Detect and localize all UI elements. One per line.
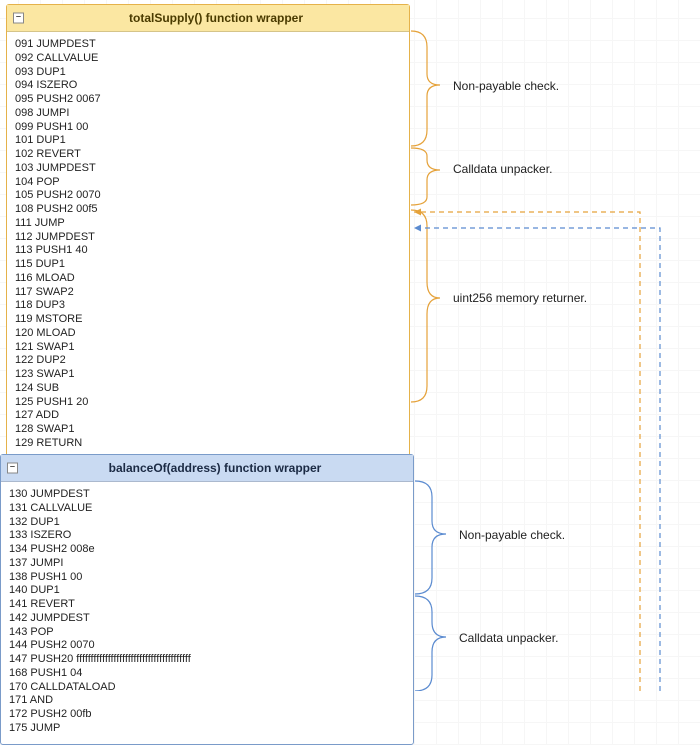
- instruction-row: 123 SWAP1: [15, 368, 401, 382]
- instruction-row: 116 MLOAD: [15, 272, 401, 286]
- instruction-row: 099 PUSH1 00: [15, 121, 401, 135]
- panel-title: totalSupply() function wrapper: [129, 11, 303, 25]
- instruction-row: 137 JUMPI: [9, 557, 405, 571]
- instruction-row: 122 DUP2: [15, 354, 401, 368]
- instruction-row: 170 CALLDATALOAD: [9, 681, 405, 695]
- instruction-row: 132 DUP1: [9, 516, 405, 530]
- instruction-row: 101 DUP1: [15, 134, 401, 148]
- label-nonpayable-2: Non-payable check.: [459, 528, 565, 542]
- instruction-row: 112 JUMPDEST: [15, 231, 401, 245]
- instruction-list-balanceof: 130 JUMPDEST131 CALLVALUE132 DUP1133 ISZ…: [1, 482, 413, 744]
- instruction-row: 092 CALLVALUE: [15, 52, 401, 66]
- instruction-row: 115 DUP1: [15, 258, 401, 272]
- instruction-row: 140 DUP1: [9, 584, 405, 598]
- totalsupply-panel: − totalSupply() function wrapper 091 JUM…: [6, 4, 410, 460]
- instruction-row: 121 SWAP1: [15, 341, 401, 355]
- instruction-row: 171 AND: [9, 694, 405, 708]
- collapse-icon[interactable]: −: [7, 463, 18, 474]
- totalsupply-titlebar: − totalSupply() function wrapper: [7, 5, 409, 32]
- instruction-row: 098 JUMPI: [15, 107, 401, 121]
- instruction-row: 128 SWAP1: [15, 423, 401, 437]
- instruction-list-totalsupply: 091 JUMPDEST092 CALLVALUE093 DUP1094 ISZ…: [7, 32, 409, 459]
- instruction-row: 094 ISZERO: [15, 79, 401, 93]
- instruction-row: 130 JUMPDEST: [9, 488, 405, 502]
- instruction-row: 103 JUMPDEST: [15, 162, 401, 176]
- instruction-row: 138 PUSH1 00: [9, 571, 405, 585]
- instruction-row: 104 POP: [15, 176, 401, 190]
- instruction-row: 134 PUSH2 008e: [9, 543, 405, 557]
- instruction-row: 105 PUSH2 0070: [15, 189, 401, 203]
- instruction-row: 168 PUSH1 04: [9, 667, 405, 681]
- instruction-row: 127 ADD: [15, 409, 401, 423]
- label-uint256-ret: uint256 memory returner.: [453, 291, 587, 305]
- instruction-row: 091 JUMPDEST: [15, 38, 401, 52]
- instruction-row: 129 RETURN: [15, 437, 401, 451]
- instruction-row: 118 DUP3: [15, 299, 401, 313]
- instruction-row: 111 JUMP: [15, 217, 401, 231]
- instruction-row: 125 PUSH1 20: [15, 396, 401, 410]
- instruction-row: 093 DUP1: [15, 66, 401, 80]
- balanceof-panel: − balanceOf(address) function wrapper 13…: [0, 454, 414, 745]
- instruction-row: 142 JUMPDEST: [9, 612, 405, 626]
- balanceof-titlebar: − balanceOf(address) function wrapper: [1, 455, 413, 482]
- instruction-row: 172 PUSH2 00fb: [9, 708, 405, 722]
- instruction-row: 102 REVERT: [15, 148, 401, 162]
- instruction-row: 147 PUSH20 fffffffffffffffffffffffffffff…: [9, 653, 405, 667]
- instruction-row: 124 SUB: [15, 382, 401, 396]
- label-calldata-2: Calldata unpacker.: [459, 631, 558, 645]
- panel-title: balanceOf(address) function wrapper: [109, 461, 322, 475]
- instruction-row: 133 ISZERO: [9, 529, 405, 543]
- instruction-row: 120 MLOAD: [15, 327, 401, 341]
- label-calldata-1: Calldata unpacker.: [453, 162, 552, 176]
- instruction-row: 141 REVERT: [9, 598, 405, 612]
- instruction-row: 119 MSTORE: [15, 313, 401, 327]
- instruction-row: 117 SWAP2: [15, 286, 401, 300]
- instruction-row: 108 PUSH2 00f5: [15, 203, 401, 217]
- instruction-row: 113 PUSH1 40: [15, 244, 401, 258]
- instruction-row: 143 POP: [9, 626, 405, 640]
- instruction-row: 144 PUSH2 0070: [9, 639, 405, 653]
- instruction-row: 131 CALLVALUE: [9, 502, 405, 516]
- collapse-icon[interactable]: −: [13, 13, 24, 24]
- instruction-row: 175 JUMP: [9, 722, 405, 736]
- instruction-row: 095 PUSH2 0067: [15, 93, 401, 107]
- label-nonpayable-1: Non-payable check.: [453, 79, 559, 93]
